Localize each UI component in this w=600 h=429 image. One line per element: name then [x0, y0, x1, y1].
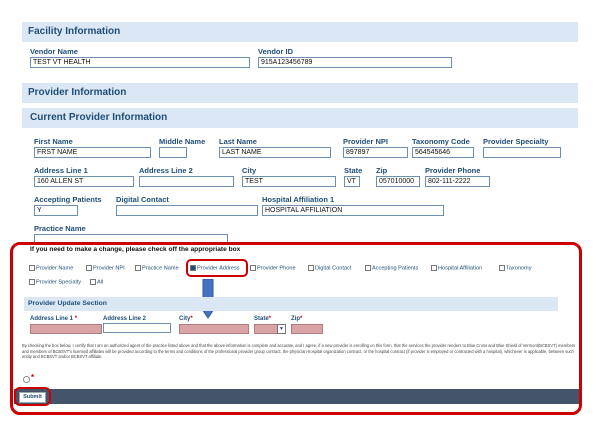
address-line-2-label: Address Line 2 [139, 166, 193, 175]
taxonomy-code-label: Taxonomy Code [412, 137, 470, 146]
provider-specialty-label: Provider Specialty [483, 137, 549, 146]
last-name-label: Last Name [219, 137, 257, 146]
digital-contact-label: Digital Contact [116, 195, 169, 204]
vendor-name-label: Vendor Name [30, 47, 78, 56]
agree-required-mark: * [31, 373, 35, 382]
zip-label: Zip [376, 166, 388, 175]
city-field[interactable]: TEST [242, 176, 336, 187]
vendor-id-field[interactable]: 915A123456789 [258, 57, 452, 68]
state-field[interactable]: VT [344, 176, 360, 187]
middle-name-label: Middle Name [159, 137, 206, 146]
zip-field[interactable]: 057010000 [376, 176, 420, 187]
practice-name-label: Practice Name [34, 224, 86, 233]
provider-npi-field[interactable]: 897897 [343, 147, 408, 158]
update-section-header: Provider Update Section [24, 297, 558, 311]
address-line-1-field[interactable]: 160 ALLEN ST [34, 176, 134, 187]
update-zip-label: Zip* [291, 316, 303, 322]
provider-address-highlight [186, 259, 248, 277]
provider-specialty-field[interactable] [483, 147, 561, 158]
vendor-id-label: Vendor ID [258, 47, 294, 56]
update-address-line-2-field[interactable] [103, 323, 171, 333]
checkbox-practice-name[interactable]: Practice Name [135, 265, 179, 272]
last-name-field[interactable]: LAST NAME [219, 147, 331, 158]
update-city-label: City* [179, 316, 193, 322]
update-address-line-1-label: Address Line 1 * [30, 316, 78, 322]
checkbox-provider-specialty[interactable]: Provider Specialty [29, 279, 81, 286]
checkbox-provider-npi[interactable]: Provider NPI [86, 265, 125, 272]
chevron-down-icon[interactable]: ▼ [277, 324, 286, 334]
checkbox-hospital-affiliation[interactable]: Hospital Affiliation [431, 265, 482, 272]
update-zip-field[interactable] [291, 324, 323, 334]
checkbox-all[interactable]: All [90, 279, 103, 286]
checkbox-accepting-patients[interactable]: Accepting Patients [365, 265, 418, 272]
update-state-select[interactable] [254, 324, 278, 334]
hospital-affiliation-field[interactable]: HOSPITAL AFFILIATION [262, 205, 444, 216]
provider-phone-field[interactable]: 802-111-2222 [425, 176, 490, 187]
middle-name-field[interactable] [159, 147, 187, 158]
taxonomy-code-field[interactable]: 564545646 [412, 147, 474, 158]
city-label: City [242, 166, 257, 175]
footer-bar [14, 389, 579, 404]
facility-section-header: Facility Information [22, 22, 578, 42]
update-city-field[interactable] [179, 324, 249, 334]
checkbox-provider-phone[interactable]: Provider Phone [250, 265, 296, 272]
certification-text: By checking the box below, I certify tha… [22, 343, 576, 360]
accepting-patients-label: Accepting Patients [34, 195, 102, 204]
checkbox-digital-contact[interactable]: Digital Contact [308, 265, 351, 272]
digital-contact-field[interactable] [116, 205, 258, 216]
first-name-field[interactable]: FRST NAME [34, 147, 151, 158]
update-state-label: State* [254, 316, 272, 322]
provider-npi-label: Provider NPI [343, 137, 389, 146]
address-line-2-field[interactable] [139, 176, 234, 187]
update-address-line-1-field[interactable] [30, 324, 102, 334]
update-address-line-2-label: Address Line 2 [103, 316, 147, 322]
submit-highlight [14, 387, 51, 406]
agree-checkbox[interactable] [23, 376, 30, 383]
current-provider-header: Current Provider Information [22, 108, 578, 128]
accepting-patients-field[interactable]: Y [34, 205, 78, 216]
provider-info-header: Provider Information [22, 83, 578, 103]
state-label: State [344, 166, 363, 175]
change-prompt: If you need to make a change, please che… [30, 246, 241, 253]
address-line-1-label: Address Line 1 [34, 166, 88, 175]
first-name-label: First Name [34, 137, 73, 146]
provider-phone-label: Provider Phone [425, 166, 481, 175]
checkbox-taxonomy[interactable]: Taxonomy [499, 265, 532, 272]
hospital-affiliation-label: Hospital Affiliation 1 [262, 195, 335, 204]
vendor-name-field[interactable]: TEST VT HEALTH [30, 57, 250, 68]
checkbox-provider-name[interactable]: Provider Name [29, 265, 73, 272]
